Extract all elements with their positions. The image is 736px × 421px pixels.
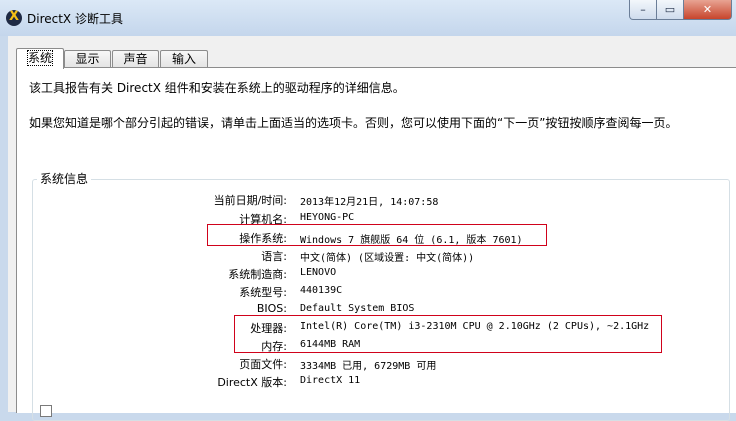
info-value: 中文(简体) (区域设置: 中文(简体)) bbox=[300, 253, 475, 264]
info-label: 页面文件: bbox=[239, 358, 287, 371]
maximize-button[interactable]: ▭ bbox=[657, 0, 684, 20]
tab-input[interactable]: 输入 bbox=[160, 50, 208, 68]
window-controls: – ▭ ✕ bbox=[629, 0, 732, 20]
os-highlight-box bbox=[207, 224, 547, 246]
info-value: Default System BIOS bbox=[300, 303, 415, 314]
info-value: 3334MB 已用, 6729MB 可用 bbox=[300, 361, 437, 372]
info-row-datetime: 当前日期/时间: 2013年12月21日, 14:07:58 bbox=[17, 192, 736, 209]
cpu-memory-highlight-box bbox=[234, 315, 662, 353]
info-value: 2013年12月21日, 14:07:58 bbox=[300, 197, 439, 208]
info-label: 系统制造商: bbox=[228, 268, 287, 281]
info-row-directx-version: DirectX 版本: DirectX 11 bbox=[17, 374, 736, 391]
tab-system-label: 系统 bbox=[26, 50, 54, 66]
info-row-page-file: 页面文件: 3334MB 已用, 6729MB 可用 bbox=[17, 356, 736, 373]
system-tab-panel: 该工具报告有关 DirectX 组件和安装在系统上的驱动程序的详细信息。 如果您… bbox=[16, 67, 736, 421]
info-label: 系统型号: bbox=[239, 286, 287, 299]
intro-instructions: 如果您知道是哪个部分引起的错误，请单击上面适当的选项卡。否则，您可以使用下面的“… bbox=[29, 116, 678, 130]
tab-input-label: 输入 bbox=[171, 52, 196, 66]
info-row-manufacturer: 系统制造商: LENOVO bbox=[17, 266, 736, 283]
whql-checkbox[interactable] bbox=[40, 405, 52, 417]
intro-text: 该工具报告有关 DirectX 组件和安装在系统上的驱动程序的详细信息。 bbox=[29, 81, 405, 95]
info-label: 当前日期/时间: bbox=[213, 194, 287, 207]
tab-display-label: 显示 bbox=[75, 52, 100, 66]
info-label: 语言: bbox=[261, 250, 287, 263]
info-row-model: 系统型号: 440139C bbox=[17, 284, 736, 301]
tab-sound-label: 声音 bbox=[123, 52, 148, 66]
info-value: DirectX 11 bbox=[300, 375, 361, 386]
directx-icon: X bbox=[6, 10, 22, 26]
system-info-title: 系统信息 bbox=[37, 170, 92, 187]
info-row-language: 语言: 中文(简体) (区域设置: 中文(简体)) bbox=[17, 248, 736, 265]
info-label: BIOS: bbox=[256, 302, 287, 315]
tab-display[interactable]: 显示 bbox=[64, 50, 111, 68]
close-button[interactable]: ✕ bbox=[684, 0, 732, 20]
title-bar[interactable]: X DirectX 诊断工具 – ▭ ✕ bbox=[0, 0, 736, 36]
info-label: DirectX 版本: bbox=[217, 376, 287, 389]
window-title: DirectX 诊断工具 bbox=[27, 12, 123, 26]
minimize-button[interactable]: – bbox=[629, 0, 657, 20]
tab-sound[interactable]: 声音 bbox=[112, 50, 159, 68]
info-value: HEYONG-PC bbox=[300, 212, 355, 223]
info-value: 440139C bbox=[300, 285, 343, 296]
tab-system[interactable]: 系统 bbox=[16, 48, 64, 69]
dialog-client-area: 系统 显示 声音 输入 该工具报告有关 DirectX 组件和安装在系统上的驱动… bbox=[8, 36, 736, 421]
info-value: LENOVO bbox=[300, 267, 337, 278]
